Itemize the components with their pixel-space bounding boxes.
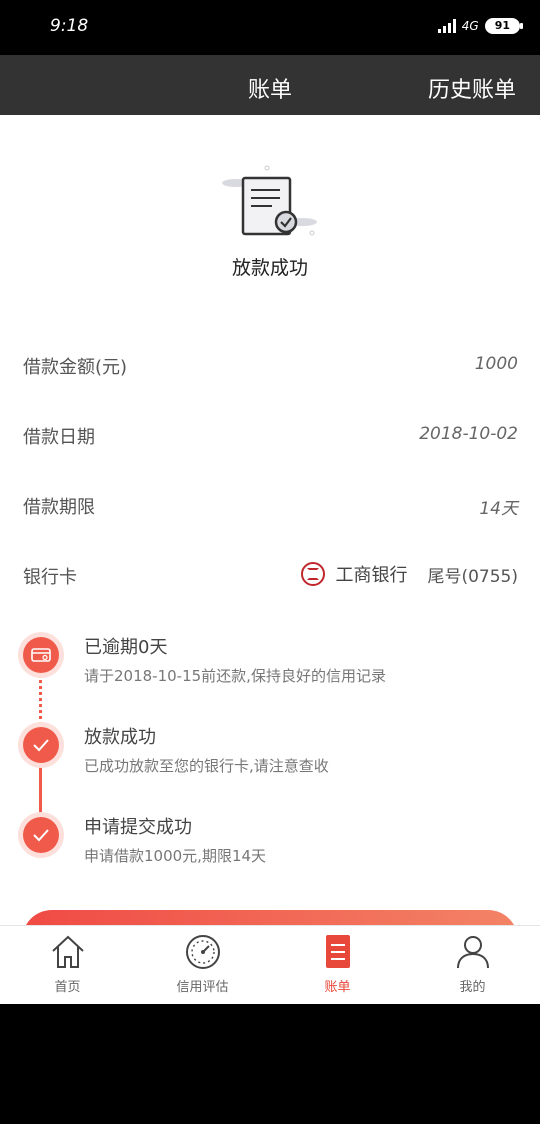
- card-icon: [23, 637, 59, 673]
- status-indicators: 4G 91: [437, 18, 524, 34]
- card-label: 银行卡: [23, 567, 77, 588]
- signal-icon: [437, 19, 456, 33]
- bottom-tab-bar: 首页 信用评估 账单 我的: [0, 925, 540, 1004]
- term-row: 借款期限 14天: [0, 485, 540, 525]
- term-value: 14天: [479, 499, 518, 519]
- amount-row: 借款金额(元) 1000: [0, 345, 540, 385]
- date-value: 2018-10-02: [419, 424, 518, 444]
- action-button[interactable]: [22, 910, 518, 925]
- gauge-icon: [185, 935, 220, 969]
- battery-icon: 91: [484, 18, 524, 34]
- network-type: 4G: [461, 19, 479, 33]
- timeline-step-desc: 申请借款1000元,期限14天: [84, 847, 267, 865]
- icbc-logo-icon: [301, 562, 326, 586]
- check-icon: [23, 727, 59, 763]
- tab-label: 信用评估: [176, 980, 229, 995]
- tab-home[interactable]: 首页: [0, 926, 135, 1004]
- timeline-step-title: 已逾期0天: [84, 637, 168, 658]
- home-icon: [51, 935, 84, 968]
- term-label: 借款期限: [23, 497, 95, 518]
- main-content: 放款成功 借款金额(元) 1000 借款日期 2018-10-02 借款期限 1…: [0, 115, 540, 925]
- timeline-step-title: 放款成功: [84, 727, 156, 748]
- tab-credit-assessment[interactable]: 信用评估: [135, 926, 270, 1004]
- tab-mine[interactable]: 我的: [405, 926, 540, 1004]
- amount-label: 借款金额(元): [23, 357, 128, 378]
- timeline-solid-connector: [39, 765, 42, 815]
- tab-label: 账单: [324, 980, 351, 995]
- tab-bill[interactable]: 账单: [270, 926, 405, 1004]
- loan-status-title: 放款成功: [231, 257, 308, 279]
- history-bill-link[interactable]: 历史账单: [428, 72, 516, 104]
- top-navbar: 账单 历史账单: [0, 55, 540, 115]
- user-icon: [456, 936, 489, 969]
- tab-label: 我的: [459, 980, 486, 995]
- card-tail: 尾号(0755): [427, 566, 518, 587]
- amount-value: 1000: [474, 354, 518, 374]
- timeline-step-desc: 请于2018-10-15前还款,保持良好的信用记录: [84, 667, 386, 685]
- document-check-icon: [222, 165, 317, 236]
- status-bar: 9:18 4G 91: [0, 0, 540, 55]
- status-time: 9:18: [50, 16, 89, 36]
- system-nav-area: [0, 1004, 540, 1124]
- timeline-step-title: 申请提交成功: [84, 817, 192, 838]
- bank-card-row: 银行卡 工商银行 尾号(0755): [0, 555, 540, 595]
- timeline-step-desc: 已成功放款至您的银行卡,请注意查收: [84, 757, 329, 775]
- tab-label: 首页: [54, 980, 81, 995]
- date-label: 借款日期: [23, 427, 95, 448]
- check-icon: [23, 817, 59, 853]
- date-row: 借款日期 2018-10-02: [0, 415, 540, 455]
- timeline-dotted-connector: [39, 675, 43, 725]
- bank-name: 工商银行: [335, 565, 408, 586]
- bank-info: 工商银行 尾号(0755): [301, 561, 518, 587]
- bill-icon: [325, 935, 350, 968]
